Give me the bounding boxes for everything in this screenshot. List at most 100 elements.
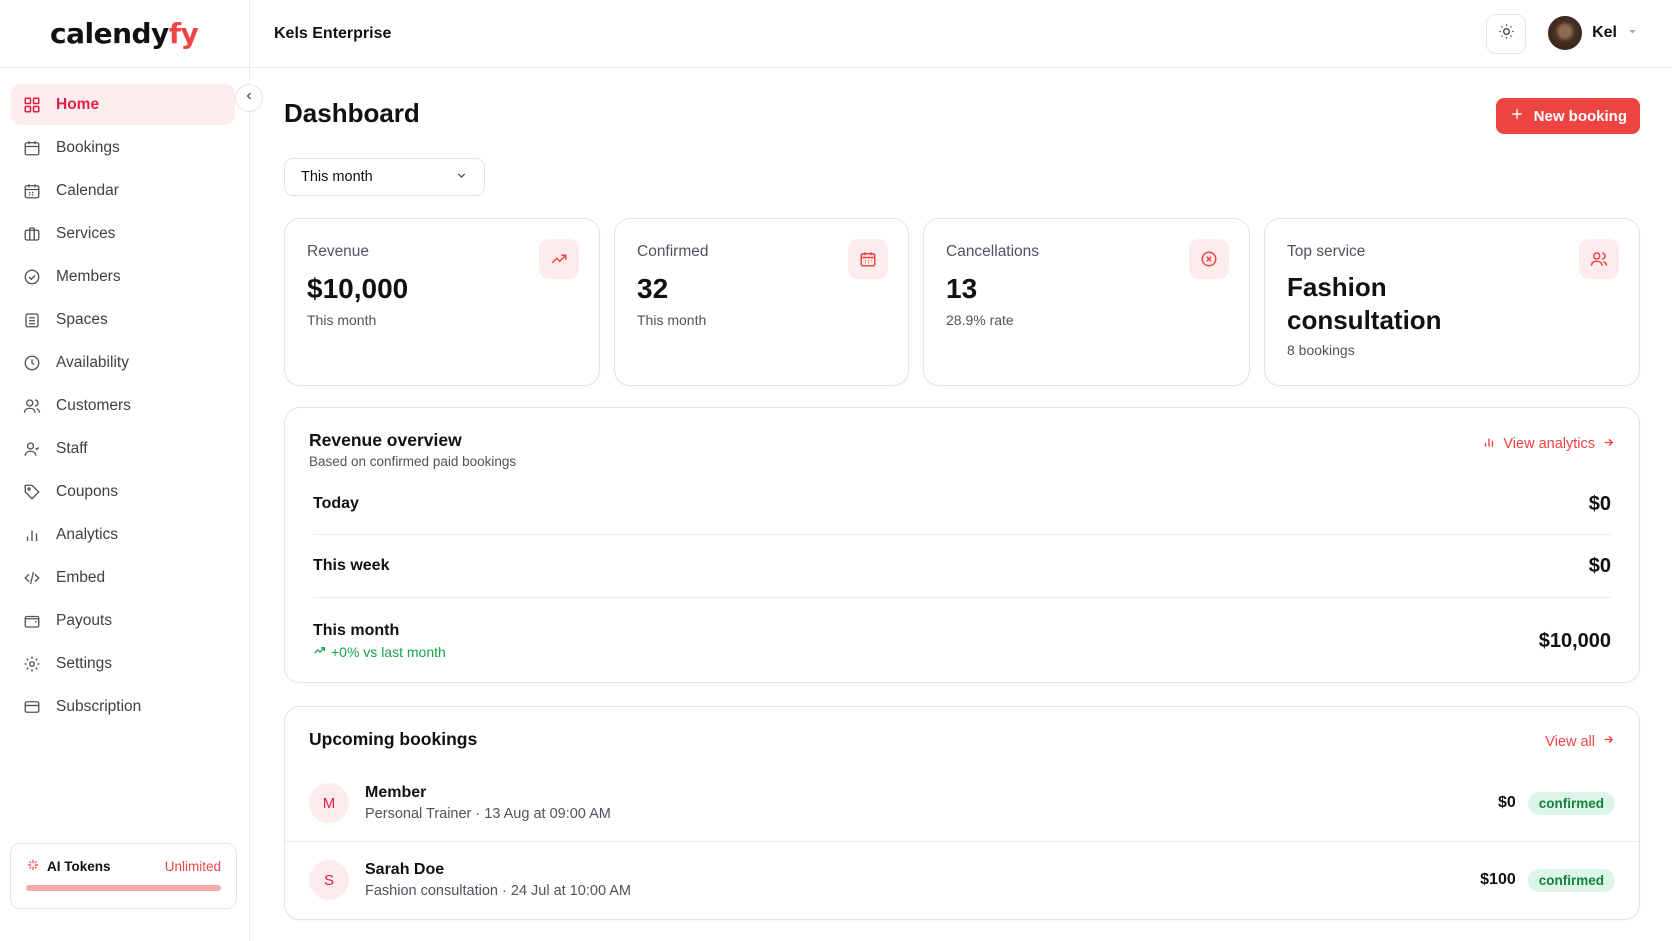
stat-value: Fashion consultation xyxy=(1287,272,1442,335)
period-select-value: This month xyxy=(301,169,373,185)
booking-row[interactable]: M Member Personal Trainer · 13 Aug at 09… xyxy=(285,765,1639,841)
sidebar-item-subscription[interactable]: Subscription xyxy=(11,686,235,727)
calendar-icon xyxy=(23,182,41,200)
logo-area: calendyfy xyxy=(0,0,249,68)
theme-toggle-button[interactable] xyxy=(1486,14,1526,54)
sidebar-item-label: Bookings xyxy=(56,138,120,156)
calendar-icon xyxy=(848,239,888,279)
stat-card-revenue: Revenue $10,000 This month xyxy=(284,218,600,386)
topbar: Kels Enterprise Kel xyxy=(250,0,1672,68)
booking-details: Personal Trainer · 13 Aug at 09:00 AM xyxy=(365,806,611,822)
logo[interactable]: calendyfy xyxy=(50,17,199,50)
revenue-overview-card: Revenue overview Based on confirmed paid… xyxy=(284,407,1640,683)
stat-card-confirmed: Confirmed 32 This month xyxy=(614,218,909,386)
sidebar-item-staff[interactable]: Staff xyxy=(11,428,235,469)
chevron-down-icon xyxy=(1627,24,1638,42)
x-circle-icon xyxy=(1189,239,1229,279)
section-title: Upcoming bookings xyxy=(309,729,478,749)
new-booking-button[interactable]: New booking xyxy=(1495,98,1640,134)
calendar-icon xyxy=(23,139,41,157)
sidebar-item-label: Payouts xyxy=(56,611,113,629)
trending-up-icon xyxy=(313,644,326,660)
revenue-row-value: $0 xyxy=(1588,492,1611,515)
link-label: View all xyxy=(1545,733,1595,750)
stat-subtext: 8 bookings xyxy=(1287,342,1355,358)
credit-card-icon xyxy=(23,698,41,716)
sidebar-item-settings[interactable]: Settings xyxy=(11,643,235,684)
revenue-row-value: $10,000 xyxy=(1538,629,1611,652)
bar-chart-icon xyxy=(23,526,41,544)
user-menu[interactable]: Kel xyxy=(1548,16,1638,50)
revenue-row-month: This month +0% vs last month $10,000 xyxy=(313,616,1611,666)
booking-avatar: M xyxy=(309,783,349,823)
view-all-link[interactable]: View all xyxy=(1545,733,1615,750)
stat-label: Revenue xyxy=(307,243,370,260)
booking-row[interactable]: S Sarah Doe Fashion consultation · 24 Ju… xyxy=(285,842,1639,918)
stat-card-cancellations: Cancellations 13 28.9% rate xyxy=(923,218,1250,386)
sidebar-item-payouts[interactable]: Payouts xyxy=(11,600,235,641)
sidebar-item-embed[interactable]: Embed xyxy=(11,557,235,598)
booking-customer-name: Member xyxy=(365,784,427,801)
sidebar-item-spaces[interactable]: Spaces xyxy=(11,299,235,340)
sidebar-item-label: Subscription xyxy=(56,697,142,715)
revenue-row-label: This week xyxy=(313,557,390,574)
sidebar-item-label: Coupons xyxy=(56,482,119,500)
logo-text: calendy xyxy=(50,17,169,50)
sidebar-item-customers[interactable]: Customers xyxy=(11,385,235,426)
sidebar-item-label: Availability xyxy=(56,353,129,371)
link-label: View analytics xyxy=(1503,436,1595,452)
ai-tokens-value: Unlimited xyxy=(164,859,221,874)
stat-label: Top service xyxy=(1287,243,1366,260)
sidebar-item-members[interactable]: Members xyxy=(11,256,235,297)
sidebar-item-label: Analytics xyxy=(56,525,119,543)
sidebar-item-analytics[interactable]: Analytics xyxy=(11,514,235,555)
new-booking-label: New booking xyxy=(1533,107,1627,125)
sidebar-item-calendar[interactable]: Calendar xyxy=(11,170,235,211)
sidebar-item-coupons[interactable]: Coupons xyxy=(11,471,235,512)
page-title: Dashboard xyxy=(284,98,420,128)
view-analytics-link[interactable]: View analytics xyxy=(1482,435,1615,453)
trend-indicator: +0% vs last month xyxy=(313,644,446,660)
sun-icon xyxy=(1498,23,1515,45)
building-icon xyxy=(23,311,41,329)
arrow-right-icon xyxy=(1602,436,1615,453)
plus-icon xyxy=(1510,107,1524,125)
section-subtitle: Based on confirmed paid bookings xyxy=(309,454,517,469)
revenue-row-value: $0 xyxy=(1588,554,1611,577)
avatar xyxy=(1548,16,1583,50)
booking-amount: $100 xyxy=(1480,871,1516,888)
bar-chart-icon xyxy=(1482,435,1496,453)
sidebar-item-label: Customers xyxy=(56,396,131,414)
sidebar-item-availability[interactable]: Availability xyxy=(11,342,235,383)
booking-avatar: S xyxy=(309,860,349,900)
revenue-row-today: Today $0 xyxy=(313,492,1611,516)
sparkle-icon xyxy=(26,858,40,875)
ai-tokens-label: AI Tokens xyxy=(47,859,111,874)
booking-customer-name: Sarah Doe xyxy=(365,861,445,878)
sidebar-item-label: Embed xyxy=(56,568,106,586)
divider xyxy=(313,597,1611,598)
trend-text: +0% vs last month xyxy=(331,644,446,660)
sidebar-item-home[interactable]: Home xyxy=(11,84,235,125)
stat-subtext: 28.9% rate xyxy=(946,312,1014,328)
chevron-down-icon xyxy=(455,169,468,186)
revenue-row-label: This month xyxy=(313,622,400,639)
sidebar-item-label: Services xyxy=(56,224,116,242)
stat-subtext: This month xyxy=(637,312,707,328)
sidebar-item-label: Spaces xyxy=(56,310,108,328)
sidebar-item-bookings[interactable]: Bookings xyxy=(11,127,235,168)
sidebar-item-label: Home xyxy=(56,95,100,113)
stat-card-top-service: Top service Fashion consultation 8 booki… xyxy=(1264,218,1640,386)
trending-up-icon xyxy=(539,239,579,279)
sidebar-item-label: Members xyxy=(56,267,121,285)
collapse-sidebar-button[interactable] xyxy=(235,84,263,112)
org-name[interactable]: Kels Enterprise xyxy=(274,25,391,43)
period-select[interactable]: This month xyxy=(284,158,485,196)
sidebar-item-label: Settings xyxy=(56,654,113,672)
user-icon xyxy=(23,440,41,458)
ai-tokens-panel[interactable]: AI Tokens Unlimited xyxy=(10,843,237,909)
wallet-icon xyxy=(23,612,41,630)
divider xyxy=(313,534,1611,535)
sidebar-item-services[interactable]: Services xyxy=(11,213,235,254)
stat-value: 13 xyxy=(946,273,978,304)
